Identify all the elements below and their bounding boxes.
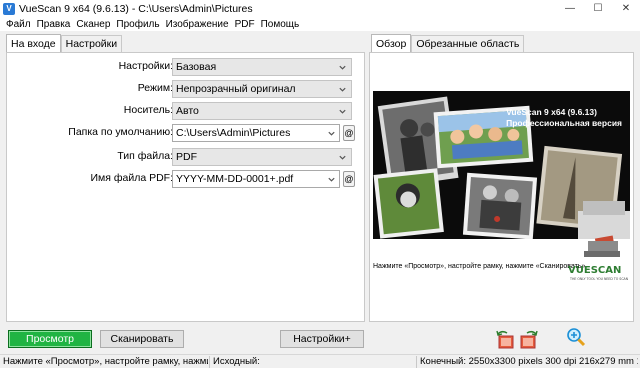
mode-select[interactable]: Непрозрачный оригинал [172,80,352,98]
preview-title: VueScan 9 x64 (9.6.13) Профессиональная … [506,107,622,129]
settings-select[interactable]: Базовая [172,58,352,76]
status-hint: Нажмите «Просмотр», настройте рамку, наж… [3,356,208,367]
mode-row: Режим: Непрозрачный оригинал [7,80,364,98]
default-folder-input[interactable]: C:\Users\Admin\Pictures [172,124,340,142]
media-label: Носитель: [123,104,173,116]
status-separator [416,356,417,368]
menu-pdf[interactable]: PDF [232,19,258,30]
menu-help[interactable]: Помощь [258,19,303,30]
left-tab-strip: На входе Настройки [6,34,123,52]
default-folder-label: Папка по умолчанию: [68,126,173,138]
file-type-value: PDF [176,151,197,163]
pdf-name-label: Имя файла PDF: [90,172,173,184]
preview-caption: Нажмите «Просмотр», настройте рамку, наж… [373,263,586,270]
rotate-left-button[interactable] [494,330,516,350]
chevron-down-icon [328,177,335,182]
mode-label: Режим: [137,82,173,94]
status-separator [209,356,210,368]
maximize-button[interactable]: ☐ [584,0,612,17]
file-type-label: Тип файла: [117,150,173,162]
preview-title-line2: Профессиональная версия [506,118,622,128]
scan-button[interactable]: Сканировать [100,330,184,348]
media-row: Носитель: Авто [7,102,364,120]
file-type-select[interactable]: PDF [172,148,352,166]
window-controls: — ☐ ✕ [556,0,640,17]
tab-overview[interactable]: Обзор [371,34,412,52]
default-folder-row: Папка по умолчанию: C:\Users\Admin\Pictu… [7,124,364,142]
chevron-down-icon [328,131,335,136]
window-title: VueScan 9 x64 (9.6.13) - C:\Users\Admin\… [19,2,253,15]
zoom-in-icon [567,328,586,347]
settings-label: Настройки: [118,60,173,72]
tab-input[interactable]: На входе [6,34,61,52]
status-source: Исходный: [213,356,260,367]
chevron-down-icon [339,65,346,70]
logo-text: VUESCAN [568,265,621,276]
menu-edit[interactable]: Правка [34,19,74,30]
media-select[interactable]: Авто [172,102,352,120]
title-bar: V VueScan 9 x64 (9.6.13) - C:\Users\Admi… [0,0,640,17]
status-output: Конечный: 2550x3300 pixels 300 dpi 216x2… [420,356,638,367]
rotate-right-icon [520,330,538,349]
settings-value: Базовая [176,61,217,73]
pdf-name-at-button[interactable]: @ [343,171,355,187]
right-tab-strip: Обзор Обрезанные область [371,34,525,52]
chevron-down-icon [339,87,346,92]
mode-value: Непрозрачный оригинал [176,83,296,95]
menu-image[interactable]: Изображение [163,19,232,30]
rotate-left-icon [496,330,514,349]
logo-tagline: THE ONLY TOOL YOU NEED TO SCAN EVERYTHIN… [569,277,628,281]
rotate-right-button[interactable] [518,330,540,350]
preview-title-line1: VueScan 9 x64 (9.6.13) [506,107,597,117]
media-value: Авто [176,105,199,117]
vuescan-app-icon: V [3,2,15,15]
tab-cropped[interactable]: Обрезанные область [411,35,525,52]
input-settings-panel: Настройки: Базовая Режим: Непрозрачный о… [6,52,365,322]
chevron-down-icon [339,109,346,114]
vuescan-logo: VUESCAN THE ONLY TOOL YOU NEED TO SCAN E… [566,235,640,285]
menu-file[interactable]: Файл [3,19,34,30]
preview-image[interactable]: VueScan 9 x64 (9.6.13) Профессиональная … [373,91,630,239]
pdf-name-value: YYYY-MM-DD-0001+.pdf [176,173,294,185]
chevron-down-icon [339,155,346,160]
menu-scanner[interactable]: Сканер [73,19,113,30]
zoom-in-button[interactable] [565,327,587,347]
preview-button[interactable]: Просмотр [8,330,92,348]
minimize-button[interactable]: — [556,0,584,17]
default-folder-value: C:\Users\Admin\Pictures [176,127,291,139]
pdf-name-input[interactable]: YYYY-MM-DD-0001+.pdf [172,170,340,188]
preview-panel: VueScan 9 x64 (9.6.13) Профессиональная … [369,52,640,322]
settings-row: Настройки: Базовая [7,58,364,76]
settings-plus-button[interactable]: Настройки+ [280,330,364,348]
scanner-logo-graphic: VUESCAN THE ONLY TOOL YOU NEED TO SCAN E… [568,235,640,281]
pdf-name-row: Имя файла PDF: YYYY-MM-DD-0001+.pdf @ [7,170,364,188]
close-button[interactable]: ✕ [612,0,640,17]
status-bar: Нажмите «Просмотр», настройте рамку, наж… [0,354,640,368]
default-folder-at-button[interactable]: @ [343,125,355,141]
menu-bar: Файл Правка Сканер Профиль Изображение P… [0,17,640,31]
tab-settings[interactable]: Настройки [60,35,123,52]
file-type-row: Тип файла: PDF [7,148,364,166]
menu-profile[interactable]: Профиль [113,19,162,30]
